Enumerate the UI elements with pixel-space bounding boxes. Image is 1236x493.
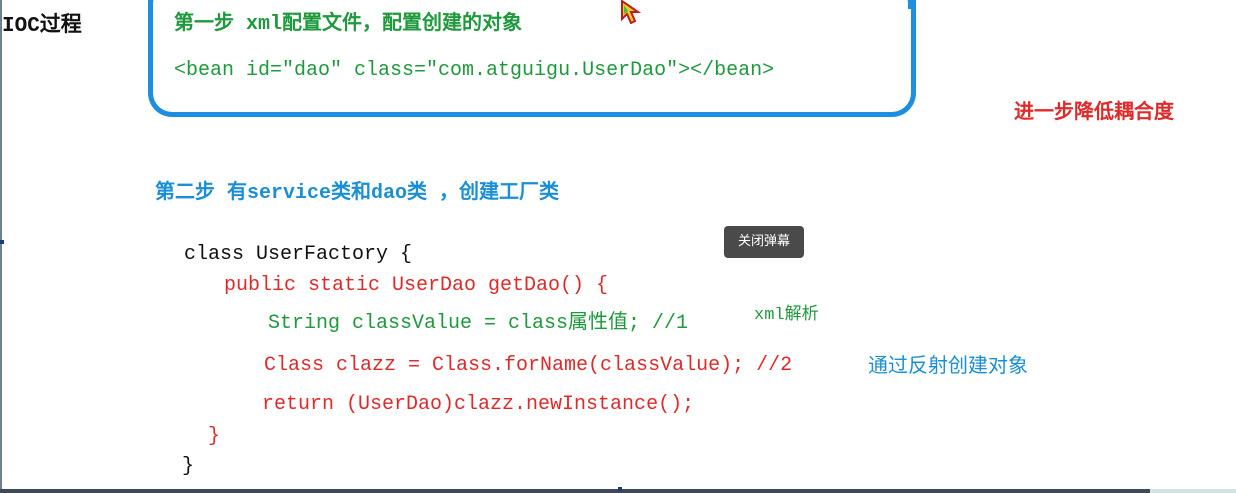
pointer-cursor-icon [621,0,642,24]
code-line-class: Class clazz = Class.forName(classValue);… [264,354,793,377]
step1-code: <bean id="dao" class="com.atguigu.UserDa… [174,59,775,82]
page-title: IOC过程 [2,15,82,38]
code-method-close: } [208,425,221,448]
code-class-close: } [182,455,195,478]
code-line-return: return (UserDao)clazz.newInstance(); [262,393,695,416]
code-method-signature: public static UserDao getDao() { [224,274,609,297]
step2-heading: 第二步 有service类和dao类 ，创建工厂类 [155,182,560,205]
close-danmaku-button[interactable]: 关闭弹幕 [724,226,804,258]
code-line-string-note: xml解析 [754,306,819,325]
step1-heading: 第一步 xml配置文件，配置创建的对象 [174,13,523,36]
frame-tick-bottom [618,487,622,491]
code-line-class-note: 通过反射创建对象 [868,353,1028,377]
side-note: 进一步降低耦合度 [1014,99,1174,123]
frame-tick-left [0,240,4,244]
frame-bottom-highlight [1150,489,1236,493]
code-line-string: String classValue = class属性值; //1 [268,312,689,335]
code-class-open: class UserFactory { [184,243,413,266]
slide-canvas: IOC过程 第一步 xml配置文件，配置创建的对象 <bean id="dao"… [0,0,1236,493]
frame-left-border [0,0,2,493]
